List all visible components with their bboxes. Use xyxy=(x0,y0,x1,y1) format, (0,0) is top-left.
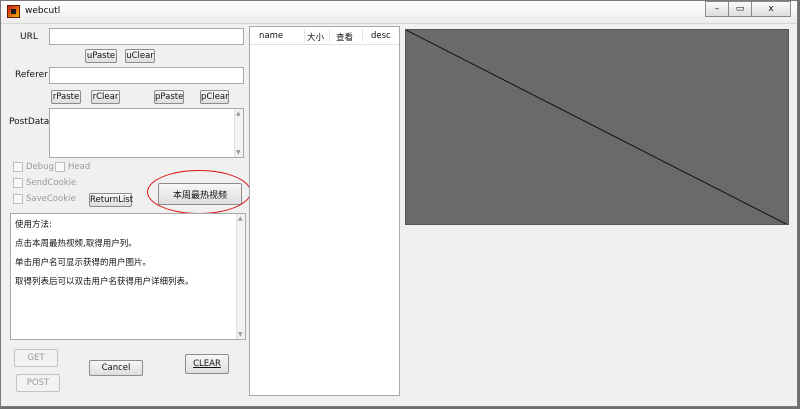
cancel-button[interactable]: Cancel xyxy=(89,360,143,376)
maximize-button[interactable]: ▭ xyxy=(728,1,752,17)
app-icon xyxy=(7,5,20,18)
window-title: webcutl xyxy=(25,6,61,16)
usage-line: 点击本周最热视频,取得用户列。 xyxy=(15,239,137,249)
scroll-down-icon[interactable]: ▼ xyxy=(236,149,241,156)
title-bar[interactable]: webcutl – ▭ x xyxy=(1,1,797,24)
debug-label: Debug xyxy=(26,162,54,172)
empty-image-placeholder xyxy=(406,30,788,224)
checkbox-box xyxy=(13,194,23,204)
savecookie-checkbox[interactable]: SaveCookie xyxy=(13,194,76,204)
image-preview xyxy=(405,29,789,225)
column-separator xyxy=(362,29,363,42)
column-header-view[interactable]: 查看 xyxy=(336,31,353,43)
usage-line: 单击用户名可显示获得的用户图片。 xyxy=(15,258,152,268)
savecookie-label: SaveCookie xyxy=(26,194,76,204)
usage-scrollbar[interactable]: ▲ ▼ xyxy=(236,214,245,339)
usage-line: 取得列表后可以双击用户名获得用户详细列表。 xyxy=(15,277,194,287)
scroll-up-icon[interactable]: ▲ xyxy=(236,110,241,117)
list-header: name 大小 查看 desc xyxy=(250,27,399,45)
postdata-textarea[interactable]: ▲ ▼ xyxy=(49,108,244,158)
postdata-label: PostData xyxy=(9,117,50,127)
debug-checkbox[interactable]: Debug xyxy=(13,162,54,172)
referer-input[interactable] xyxy=(49,67,244,84)
get-button[interactable]: GET xyxy=(14,349,58,367)
checkbox-box xyxy=(55,162,65,172)
clear-button[interactable]: CLEAR xyxy=(185,354,229,374)
url-input[interactable] xyxy=(49,28,244,45)
checkbox-box xyxy=(13,162,23,172)
user-list[interactable]: name 大小 查看 desc xyxy=(249,26,400,396)
scroll-down-icon[interactable]: ▼ xyxy=(238,331,243,338)
head-label: Head xyxy=(68,162,91,172)
referer-label: Referer xyxy=(15,70,48,80)
column-separator xyxy=(304,29,305,42)
highlight-circle xyxy=(147,170,251,214)
column-header-name[interactable]: name xyxy=(259,31,283,41)
column-header-size[interactable]: 大小 xyxy=(307,31,324,43)
close-button[interactable]: x xyxy=(751,1,791,17)
upaste-button[interactable]: uPaste xyxy=(85,49,117,63)
column-separator xyxy=(329,29,330,42)
scroll-up-icon[interactable]: ▲ xyxy=(238,215,243,222)
usage-line: 使用方法: xyxy=(15,220,52,230)
usage-textarea[interactable]: 使用方法: 点击本周最热视频,取得用户列。 单击用户名可显示获得的用户图片。 取… xyxy=(10,213,246,340)
window-controls: – ▭ x xyxy=(705,1,791,17)
checkbox-box xyxy=(13,178,23,188)
returnlist-button[interactable]: ReturnList xyxy=(89,193,133,207)
rclear-button[interactable]: rClear xyxy=(91,90,120,104)
main-window: webcutl – ▭ x URL uPaste uClear Referer … xyxy=(0,0,798,407)
head-checkbox[interactable]: Head xyxy=(55,162,90,172)
rpaste-button[interactable]: rPaste xyxy=(51,90,81,104)
postdata-scrollbar[interactable]: ▲ ▼ xyxy=(234,109,243,157)
ppaste-button[interactable]: pPaste xyxy=(154,90,184,104)
minimize-button[interactable]: – xyxy=(705,1,729,17)
sendcookie-checkbox[interactable]: SendCookie xyxy=(13,178,76,188)
uclear-button[interactable]: uClear xyxy=(125,49,155,63)
sendcookie-label: SendCookie xyxy=(26,178,77,188)
pclear-button[interactable]: pClear xyxy=(200,90,229,104)
url-label: URL xyxy=(20,32,38,42)
column-header-desc[interactable]: desc xyxy=(371,31,391,41)
post-button[interactable]: POST xyxy=(16,374,60,392)
